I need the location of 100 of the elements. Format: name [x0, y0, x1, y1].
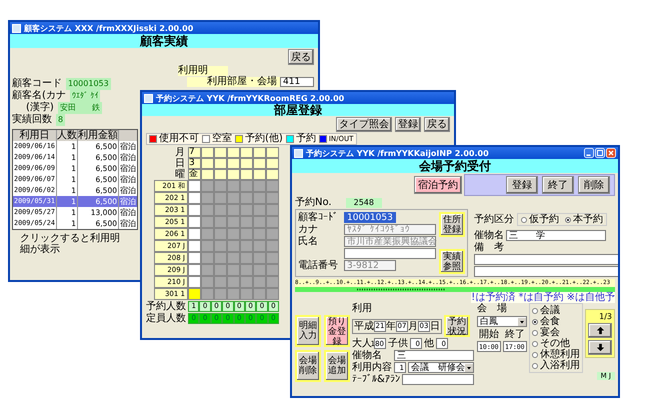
room-day-cell[interactable]: [188, 264, 201, 276]
event-name-field[interactable]: 三 学: [506, 230, 606, 241]
event-field[interactable]: 三: [394, 350, 474, 361]
radio-button[interactable]: [532, 340, 538, 346]
venue-dropdown[interactable]: 白鳳: [477, 316, 527, 327]
customer-code-field[interactable]: 10001053: [344, 212, 396, 223]
room-day-cell[interactable]: [266, 228, 279, 240]
room-day-cell[interactable]: [253, 204, 266, 216]
room-day-cell[interactable]: [227, 204, 240, 216]
room-field[interactable]: 411: [280, 77, 314, 87]
room-day-cell[interactable]: [240, 288, 253, 300]
room-day-cell[interactable]: [266, 252, 279, 264]
action-button[interactable]: 登録: [506, 176, 538, 194]
room-day-cell[interactable]: [201, 204, 214, 216]
minimize-icon[interactable]: [584, 148, 594, 158]
toolbar-button[interactable]: 登録: [395, 117, 421, 132]
room-day-cell[interactable]: [227, 192, 240, 204]
layout-field[interactable]: [402, 374, 474, 385]
room-day-cell[interactable]: [266, 192, 279, 204]
room-day-cell[interactable]: [188, 192, 201, 204]
room-day-cell[interactable]: [227, 264, 240, 276]
down-button[interactable]: [588, 340, 612, 355]
room-day-cell[interactable]: [253, 180, 266, 192]
room-day-cell[interactable]: [227, 240, 240, 252]
room-day-cell[interactable]: [253, 276, 266, 288]
room-day-cell[interactable]: [240, 276, 253, 288]
room-day-cell[interactable]: [201, 276, 214, 288]
room-day-cell[interactable]: [240, 216, 253, 228]
room-day-cell[interactable]: [201, 264, 214, 276]
room-day-cell[interactable]: [201, 228, 214, 240]
room-day-cell[interactable]: [227, 252, 240, 264]
room-day-cell[interactable]: [266, 180, 279, 192]
room-day-cell[interactable]: [240, 228, 253, 240]
room-day-cell[interactable]: [214, 240, 227, 252]
room-day-cell[interactable]: [188, 180, 201, 192]
reservation-status-button[interactable]: 予約状況: [444, 315, 470, 337]
up-button[interactable]: [588, 323, 612, 338]
room-day-cell[interactable]: [240, 204, 253, 216]
radio-button[interactable]: [532, 318, 538, 324]
room-day-cell[interactable]: [253, 252, 266, 264]
room-day-cell[interactable]: [201, 180, 214, 192]
room-day-cell[interactable]: [227, 276, 240, 288]
room-day-cell[interactable]: [227, 180, 240, 192]
room-day-cell[interactable]: [266, 204, 279, 216]
room-day-cell[interactable]: [188, 216, 201, 228]
room-day-cell[interactable]: [201, 192, 214, 204]
room-day-cell[interactable]: [214, 216, 227, 228]
room-day-cell[interactable]: [201, 288, 214, 300]
room-day-cell[interactable]: [240, 264, 253, 276]
room-day-cell[interactable]: [240, 180, 253, 192]
history-button[interactable]: 実績参照: [439, 249, 465, 274]
room-day-cell[interactable]: [253, 216, 266, 228]
toolbar-button[interactable]: 戻る: [424, 117, 450, 132]
room-day-cell[interactable]: [214, 288, 227, 300]
action-button[interactable]: 終了: [542, 176, 574, 194]
room-day-cell[interactable]: [227, 228, 240, 240]
room-day-cell[interactable]: [201, 240, 214, 252]
room-day-cell[interactable]: [214, 228, 227, 240]
radio-button[interactable]: [565, 216, 571, 222]
room-day-cell[interactable]: [201, 252, 214, 264]
back-button[interactable]: 戻る: [288, 49, 314, 65]
room-day-cell[interactable]: [253, 228, 266, 240]
room-day-cell[interactable]: [214, 192, 227, 204]
room-day-cell[interactable]: [214, 180, 227, 192]
radio-button[interactable]: [521, 216, 527, 222]
close-icon[interactable]: [606, 148, 616, 158]
room-day-cell[interactable]: [266, 288, 279, 300]
room-day-cell[interactable]: [214, 264, 227, 276]
room-day-cell[interactable]: [266, 264, 279, 276]
side-button[interactable]: 会場削除: [295, 350, 321, 382]
room-day-cell[interactable]: [253, 288, 266, 300]
name-field[interactable]: [344, 248, 436, 259]
room-day-cell[interactable]: [240, 252, 253, 264]
room-day-cell[interactable]: [188, 276, 201, 288]
room-day-cell[interactable]: [188, 288, 201, 300]
toolbar-button[interactable]: タイプ照会: [336, 117, 392, 132]
room-day-cell[interactable]: [201, 216, 214, 228]
room-day-cell[interactable]: [253, 192, 266, 204]
action-button[interactable]: 削除: [578, 176, 610, 194]
room-day-cell[interactable]: [214, 252, 227, 264]
room-day-cell[interactable]: [188, 228, 201, 240]
room-day-cell[interactable]: [214, 204, 227, 216]
room-day-cell[interactable]: [240, 240, 253, 252]
room-day-cell[interactable]: [266, 216, 279, 228]
radio-button[interactable]: [532, 352, 538, 358]
room-day-cell[interactable]: [253, 240, 266, 252]
radio-button[interactable]: [532, 330, 538, 336]
radio-button[interactable]: [532, 308, 538, 314]
notes-field[interactable]: [474, 266, 618, 277]
room-day-cell[interactable]: [227, 288, 240, 300]
room-day-cell[interactable]: [240, 192, 253, 204]
address-button[interactable]: 住所登録: [439, 212, 465, 237]
room-day-cell[interactable]: [188, 252, 201, 264]
room-day-cell[interactable]: [266, 276, 279, 288]
maximize-icon[interactable]: [595, 148, 605, 158]
notes-field[interactable]: [474, 254, 618, 265]
room-day-cell[interactable]: [214, 276, 227, 288]
purpose-dropdown[interactable]: 会議 研修会: [408, 362, 474, 373]
room-day-cell[interactable]: [188, 240, 201, 252]
lodging-reservation-button[interactable]: 宿泊予約: [414, 176, 462, 194]
